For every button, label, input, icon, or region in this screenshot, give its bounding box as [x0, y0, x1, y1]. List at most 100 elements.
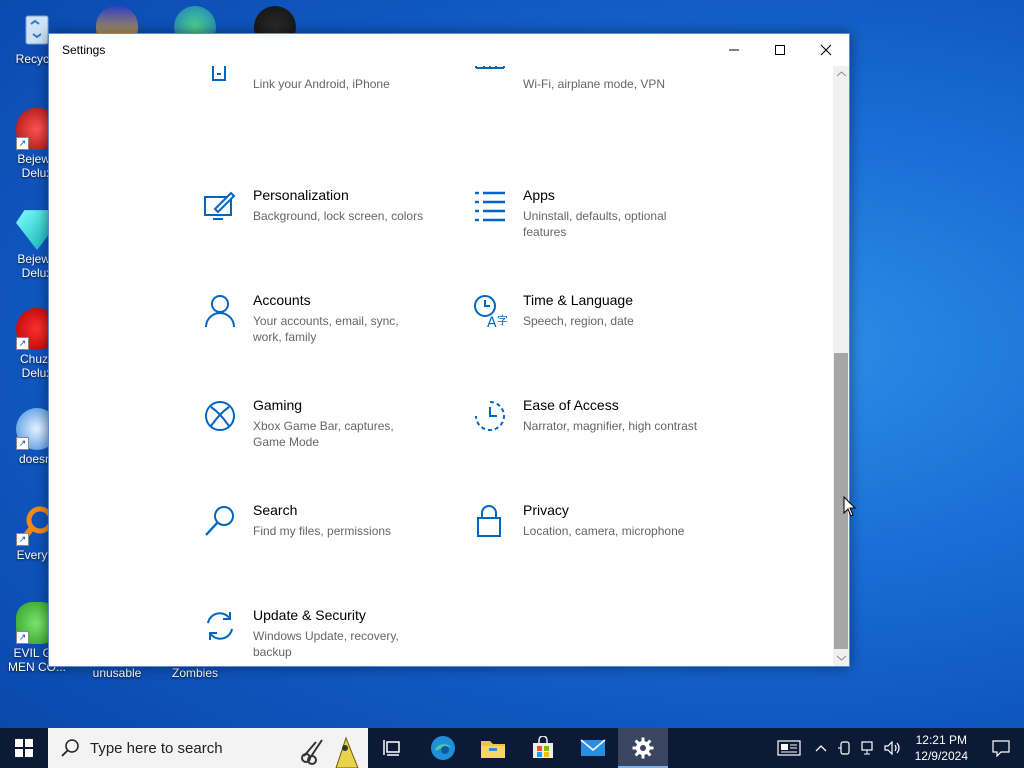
svg-text:字: 字 [497, 313, 507, 327]
tile-personalization[interactable]: Personalization Background, lock screen,… [203, 187, 443, 224]
tile-description: Your accounts, email, sync, work, family [253, 314, 399, 344]
shortcut-arrow-icon: ↗ [16, 337, 29, 350]
store-icon [533, 736, 553, 758]
ease-of-access-icon [475, 401, 505, 431]
taskbar-file-explorer[interactable] [468, 728, 518, 768]
clock[interactable]: 12:21 PM 12/9/2024 [905, 732, 978, 764]
speaker-icon [884, 741, 900, 755]
sync-icon [207, 612, 233, 640]
tile-description: Xbox Game Bar, captures, Game Mode [253, 419, 394, 449]
apps-icon [475, 191, 505, 222]
lock-icon [477, 505, 501, 537]
tile-apps[interactable]: Apps Uninstall, defaults, optional featu… [473, 187, 713, 240]
system-tray: 12:21 PM 12/9/2024 [769, 728, 1024, 768]
tile-name: Apps [523, 187, 555, 203]
settings-window: Settings Link your Android, iPhone Wi-Fi… [48, 33, 850, 667]
search-icon [205, 506, 234, 536]
tile-search[interactable]: Search Find my files, permissions [203, 502, 443, 539]
volume-button[interactable] [881, 728, 905, 768]
taskbar-settings[interactable] [618, 728, 668, 768]
tile-description: Windows Update, recovery, backup [253, 629, 399, 659]
taskbar-search-box[interactable]: Type here to search [48, 728, 368, 768]
chevron-up-icon [815, 745, 827, 752]
start-button[interactable] [0, 728, 48, 768]
window-title: Settings [62, 43, 106, 57]
scroll-down-button[interactable] [833, 650, 849, 666]
action-center-button[interactable] [978, 728, 1024, 768]
tile-description: Find my files, permissions [253, 524, 392, 538]
task-view-icon [383, 740, 400, 756]
taskbar-store[interactable] [518, 728, 568, 768]
person-icon [205, 295, 235, 328]
tile-name: Ease of Access [523, 397, 619, 413]
close-icon [820, 44, 832, 56]
tile-description: Location, camera, microphone [523, 524, 685, 538]
tile-description: Link your Android, iPhone [253, 77, 390, 91]
mail-icon [580, 739, 606, 756]
taskbar-edge[interactable] [418, 728, 468, 768]
shortcut-arrow-icon: ↗ [16, 533, 29, 546]
tile-description: Speech, region, date [523, 314, 634, 328]
taskbar: Type here to search 12:21 PM 12/9/2024 [0, 728, 1024, 768]
tile-description: Narrator, magnifier, high contrast [523, 419, 698, 433]
shortcut-arrow-icon: ↗ [16, 437, 29, 450]
clock-time: 12:21 PM [915, 733, 967, 747]
close-button[interactable] [803, 34, 849, 66]
task-view-button[interactable] [368, 728, 418, 768]
network-button[interactable] [857, 728, 881, 768]
tile-name: Privacy [523, 502, 569, 518]
taskbar-mail[interactable] [568, 728, 618, 768]
network-icon [861, 741, 873, 755]
tile-description: Background, lock screen, colors [253, 209, 424, 223]
globe-icon [475, 66, 505, 69]
clock-date: 12/9/2024 [914, 749, 968, 763]
tile-name: Personalization [253, 187, 349, 203]
settings-content: Link your Android, iPhone Wi-Fi, airplan… [49, 66, 832, 666]
search-highlight-illustration-icon [301, 736, 359, 768]
tile-name: Update & Security [253, 607, 366, 623]
tile-gaming[interactable]: Gaming Xbox Game Bar, captures, Game Mod… [203, 397, 443, 450]
news-widget-button[interactable] [769, 728, 809, 768]
desktop-icon-unusable[interactable]: unusable [82, 666, 152, 680]
personalization-icon [204, 191, 236, 220]
tile-name: Time & Language [523, 292, 633, 308]
tile-phone[interactable]: Link your Android, iPhone [203, 66, 443, 92]
desktop-icon-zombies[interactable]: Zombies [160, 666, 230, 680]
vertical-scrollbar[interactable] [833, 66, 849, 666]
mouse-cursor-icon [843, 496, 857, 517]
title-bar[interactable]: Settings [49, 34, 849, 66]
maximize-button[interactable] [757, 34, 803, 66]
chevron-up-icon [836, 71, 846, 77]
tile-name: Gaming [253, 397, 303, 413]
gear-icon [632, 737, 654, 759]
shortcut-arrow-icon: ↗ [16, 631, 29, 644]
folder-icon [481, 741, 505, 758]
desktop-icon-label: unusable [92, 666, 142, 680]
tile-name: Accounts [253, 292, 311, 308]
minimize-button[interactable] [711, 34, 757, 66]
tile-name: Search [253, 502, 298, 518]
tile-privacy[interactable]: Privacy Location, camera, microphone [473, 502, 713, 539]
tray-device-button[interactable] [833, 728, 857, 768]
tile-description: Wi-Fi, airplane mode, VPN [523, 77, 666, 91]
tile-accounts[interactable]: Accounts Your accounts, email, sync, wor… [203, 292, 443, 345]
shortcut-arrow-icon: ↗ [16, 137, 29, 150]
minimize-icon [729, 49, 739, 51]
search-placeholder: Type here to search [90, 739, 223, 757]
chevron-down-icon [836, 655, 846, 661]
windows-logo-icon [15, 739, 33, 757]
tile-network[interactable]: Wi-Fi, airplane mode, VPN [473, 66, 713, 92]
desktop-icon-label: Zombies [171, 666, 218, 680]
show-hidden-icons-button[interactable] [809, 728, 833, 768]
edge-icon [431, 736, 455, 760]
tile-time-language[interactable]: A字 Time & Language Speech, region, date [473, 292, 713, 329]
maximize-icon [775, 45, 785, 55]
svg-text:A: A [487, 315, 497, 328]
scroll-up-button[interactable] [833, 66, 849, 82]
news-icon [777, 740, 801, 756]
device-icon [837, 741, 850, 755]
phone-icon [212, 66, 226, 81]
tile-update-security[interactable]: Update & Security Windows Update, recove… [203, 607, 443, 660]
notification-icon [992, 740, 1010, 757]
tile-ease-of-access[interactable]: Ease of Access Narrator, magnifier, high… [473, 397, 713, 434]
